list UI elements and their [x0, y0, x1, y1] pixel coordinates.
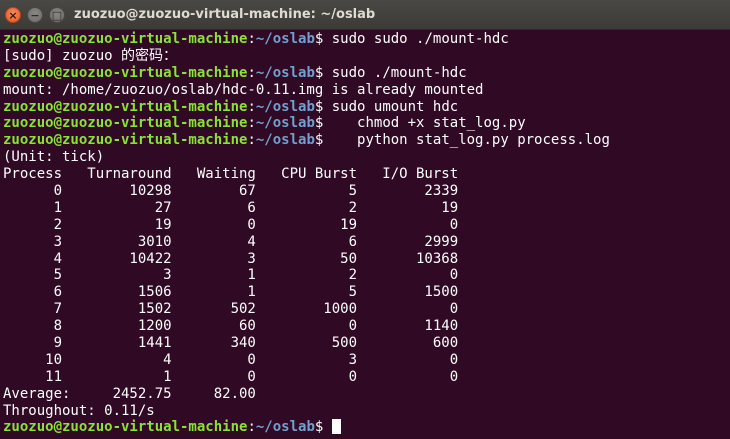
output-text: 1 27 6 2 19	[3, 199, 459, 216]
prompt-line: zuozuo@zuozuo-virtual-machine:~/oslab$	[3, 419, 727, 436]
prompt-line: zuozuo@zuozuo-virtual-machine:~/oslab$ p…	[3, 132, 727, 149]
prompt-colon: :	[247, 115, 256, 132]
prompt-user-host: zuozuo@zuozuo-virtual-machine	[3, 132, 248, 149]
output-text: 7 1502 502 1000 0	[3, 301, 459, 318]
output-line: 3 3010 4 6 2999	[3, 234, 727, 251]
command-text: sudo sudo ./mount-hdc	[323, 31, 509, 47]
output-line: [sudo] zuozuo 的密码：	[3, 48, 727, 65]
output-text: 3 3010 4 6 2999	[3, 233, 459, 250]
prompt-user-host: zuozuo@zuozuo-virtual-machine	[3, 419, 248, 436]
prompt-colon: :	[247, 98, 256, 115]
prompt-path: ~/oslab	[255, 31, 315, 47]
output-text: [sudo] zuozuo 的密码：	[3, 47, 178, 64]
output-text: 4 10422 3 50 10368	[3, 250, 459, 267]
output-line: 4 10422 3 50 10368	[3, 251, 727, 268]
output-line: 0 10298 67 5 2339	[3, 183, 727, 200]
output-line: Process Turnaround Waiting CPU Burst I/O…	[3, 166, 727, 183]
prompt-colon: :	[247, 419, 256, 436]
prompt-user-host: zuozuo@zuozuo-virtual-machine	[3, 115, 248, 132]
output-text: 6 1506 1 5 1500	[3, 284, 459, 301]
output-line: (Unit: tick)	[3, 149, 727, 166]
prompt-user-host: zuozuo@zuozuo-virtual-machine	[3, 64, 248, 81]
output-line: 11 1 0 0 0	[3, 369, 727, 386]
prompt-path: ~/oslab	[255, 98, 315, 115]
prompt-path: ~/oslab	[255, 419, 315, 436]
output-text: 11 1 0 0 0	[3, 368, 459, 385]
prompt-user-host: zuozuo@zuozuo-virtual-machine	[3, 98, 248, 115]
output-line: 10 4 0 3 0	[3, 352, 727, 369]
output-line: 7 1502 502 1000 0	[3, 301, 727, 318]
prompt-line: zuozuo@zuozuo-virtual-machine:~/oslab$ s…	[3, 31, 727, 48]
command-text: chmod +x stat_log.py	[323, 115, 526, 132]
command-text: sudo umount hdc	[323, 98, 459, 115]
prompt-colon: :	[247, 132, 256, 149]
prompt-line: zuozuo@zuozuo-virtual-machine:~/oslab$ s…	[3, 99, 727, 116]
prompt-path: ~/oslab	[255, 64, 315, 81]
output-text: 5 3 1 2 0	[3, 267, 459, 284]
prompt-colon: :	[247, 64, 256, 81]
prompt-path: ~/oslab	[255, 132, 315, 149]
output-text: Process Turnaround Waiting CPU Burst I/O…	[3, 166, 459, 183]
output-text: 0 10298 67 5 2339	[3, 183, 459, 200]
output-line: Throughout: 0.11/s	[3, 403, 727, 420]
terminal-window: × − □ zuozuo@zuozuo-virtual-machine: ~/o…	[0, 0, 730, 439]
close-button[interactable]: ×	[5, 7, 21, 23]
command-text: sudo ./mount-hdc	[323, 64, 467, 81]
output-line: mount: /home/zuozuo/oslab/hdc-0.11.img i…	[3, 82, 727, 99]
output-text: Average: 2452.75 82.00	[3, 385, 256, 402]
prompt-colon: :	[247, 31, 256, 47]
terminal-output[interactable]: zuozuo@zuozuo-virtual-machine:~/oslab$ s…	[3, 31, 727, 437]
command-text: python stat_log.py process.log	[323, 132, 610, 149]
prompt-line: zuozuo@zuozuo-virtual-machine:~/oslab$ c…	[3, 115, 727, 132]
prompt-path: ~/oslab	[255, 115, 315, 132]
output-text: Throughout: 0.11/s	[3, 402, 155, 419]
output-text: (Unit: tick)	[3, 149, 105, 166]
prompt-line: zuozuo@zuozuo-virtual-machine:~/oslab$ s…	[3, 65, 727, 82]
output-line: 9 1441 340 500 600	[3, 335, 727, 352]
output-line: 5 3 1 2 0	[3, 267, 727, 284]
output-line: 6 1506 1 5 1500	[3, 284, 727, 301]
text-cursor	[331, 419, 341, 435]
output-text: 2 19 0 19 0	[3, 216, 459, 233]
output-text: mount: /home/zuozuo/oslab/hdc-0.11.img i…	[3, 81, 484, 98]
output-text: 8 1200 60 0 1140	[3, 318, 459, 335]
output-line: 2 19 0 19 0	[3, 217, 727, 234]
output-line: 1 27 6 2 19	[3, 200, 727, 217]
output-line: 8 1200 60 0 1140	[3, 318, 727, 335]
output-text: 9 1441 340 500 600	[3, 335, 459, 352]
output-text: 10 4 0 3 0	[3, 351, 459, 368]
title-bar[interactable]: × − □ zuozuo@zuozuo-virtual-machine: ~/o…	[0, 0, 730, 30]
output-line: Average: 2452.75 82.00	[3, 386, 727, 403]
minimize-button[interactable]: −	[27, 7, 43, 23]
maximize-button[interactable]: □	[49, 7, 65, 23]
prompt-user-host: zuozuo@zuozuo-virtual-machine	[3, 31, 248, 47]
command-text	[323, 419, 331, 435]
window-title: zuozuo@zuozuo-virtual-machine: ~/oslab	[74, 7, 376, 22]
